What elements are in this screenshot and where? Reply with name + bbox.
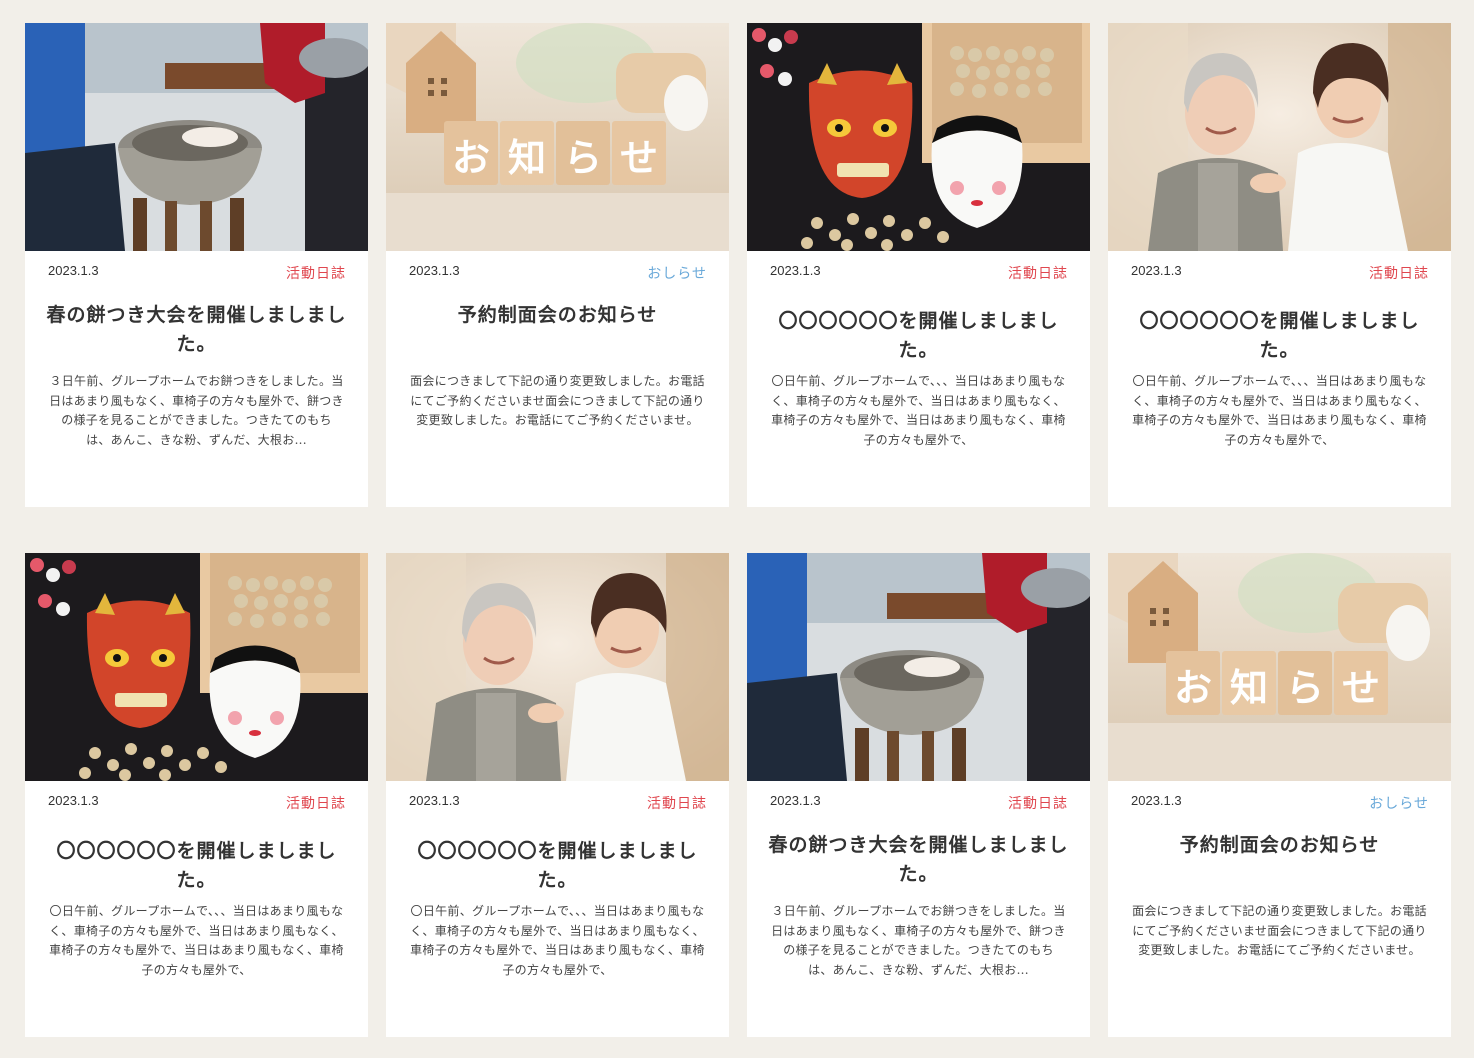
post-excerpt: ３日午前、グループホームでお餅つきをしました。当日はあまり風もなく、車椅子の方々…: [49, 374, 344, 447]
category-label[interactable]: 活動日誌: [1008, 263, 1068, 283]
post-excerpt: 〇日午前、グループホームで、、、当日はあまり風もなく、車椅子の方々も屋外で、当日…: [771, 374, 1066, 447]
post-meta: 2023.1.3 おしらせ: [1108, 781, 1451, 821]
oshirase-blocks-photo[interactable]: [1108, 553, 1451, 781]
category-label[interactable]: 活動日誌: [1008, 793, 1068, 813]
post-meta: 2023.1.3 活動日誌: [1108, 251, 1451, 291]
setsubun-oni-mask-photo[interactable]: [747, 23, 1090, 251]
setsubun-oni-mask-photo[interactable]: [25, 553, 368, 781]
post-card[interactable]: 2023.1.3 おしらせ 予約制面会のお知らせ 面会につきまして下記の通り変更…: [1108, 553, 1451, 1037]
post-date: 2023.1.3: [770, 793, 821, 808]
post-excerpt: 〇日午前、グループホームで、、、当日はあまり風もなく、車椅子の方々も屋外で、当日…: [1132, 374, 1427, 447]
post-date: 2023.1.3: [409, 263, 460, 278]
post-card[interactable]: 2023.1.3 活動日誌 春の餅つき大会を開催しましました。 ３日午前、グルー…: [25, 23, 368, 507]
category-label[interactable]: 活動日誌: [286, 263, 346, 283]
category-label[interactable]: 活動日誌: [647, 793, 707, 813]
post-meta: 2023.1.3 活動日誌: [25, 781, 368, 821]
mochi-pounding-photo[interactable]: [25, 23, 368, 251]
post-meta: 2023.1.3 おしらせ: [386, 251, 729, 291]
post-title[interactable]: 〇〇〇〇〇〇を開催しましました。: [1128, 307, 1431, 365]
post-meta: 2023.1.3 活動日誌: [386, 781, 729, 821]
caregiver-elderly-photo[interactable]: [386, 553, 729, 781]
post-date: 2023.1.3: [770, 263, 821, 278]
post-excerpt: 面会につきまして下記の通り変更致しました。お電話にてご予約くださいませ面会につき…: [410, 374, 705, 427]
post-title[interactable]: 〇〇〇〇〇〇を開催しましました。: [45, 837, 348, 895]
post-card[interactable]: 2023.1.3 活動日誌 春の餅つき大会を開催しましました。 ３日午前、グルー…: [747, 553, 1090, 1037]
post-card[interactable]: 2023.1.3 おしらせ 予約制面会のお知らせ 面会につきまして下記の通り変更…: [386, 23, 729, 507]
oshirase-blocks-photo[interactable]: [386, 23, 729, 251]
post-date: 2023.1.3: [48, 793, 99, 808]
caregiver-elderly-photo[interactable]: [1108, 23, 1451, 251]
post-card[interactable]: 2023.1.3 活動日誌 〇〇〇〇〇〇を開催しましました。 〇日午前、グループ…: [386, 553, 729, 1037]
category-label[interactable]: おしらせ: [647, 263, 707, 283]
post-title[interactable]: 予約制面会のお知らせ: [1128, 831, 1431, 860]
post-date: 2023.1.3: [1131, 793, 1182, 808]
post-meta: 2023.1.3 活動日誌: [747, 781, 1090, 821]
mochi-pounding-photo[interactable]: [747, 553, 1090, 781]
post-title[interactable]: 〇〇〇〇〇〇を開催しましました。: [406, 837, 709, 895]
page: { "colors": {"background": "#f2efe9", "a…: [0, 0, 1474, 1058]
post-card[interactable]: 2023.1.3 活動日誌 〇〇〇〇〇〇を開催しましました。 〇日午前、グループ…: [25, 553, 368, 1037]
post-meta: 2023.1.3 活動日誌: [747, 251, 1090, 291]
post-date: 2023.1.3: [48, 263, 99, 278]
post-card[interactable]: 2023.1.3 活動日誌 〇〇〇〇〇〇を開催しましました。 〇日午前、グループ…: [747, 23, 1090, 507]
category-label[interactable]: 活動日誌: [1369, 263, 1429, 283]
post-title[interactable]: 〇〇〇〇〇〇を開催しましました。: [767, 307, 1070, 365]
post-title[interactable]: 春の餅つき大会を開催しましました。: [45, 301, 348, 359]
post-excerpt: ３日午前、グループホームでお餅つきをしました。当日はあまり風もなく、車椅子の方々…: [771, 904, 1066, 977]
post-title[interactable]: 春の餅つき大会を開催しましました。: [767, 831, 1070, 889]
category-label[interactable]: 活動日誌: [286, 793, 346, 813]
post-date: 2023.1.3: [1131, 263, 1182, 278]
category-label[interactable]: おしらせ: [1369, 793, 1429, 813]
post-excerpt: 〇日午前、グループホームで、、、当日はあまり風もなく、車椅子の方々も屋外で、当日…: [410, 904, 705, 977]
post-title[interactable]: 予約制面会のお知らせ: [406, 301, 709, 330]
post-excerpt: 〇日午前、グループホームで、、、当日はあまり風もなく、車椅子の方々も屋外で、当日…: [49, 904, 344, 977]
post-date: 2023.1.3: [409, 793, 460, 808]
post-excerpt: 面会につきまして下記の通り変更致しました。お電話にてご予約くださいませ面会につき…: [1132, 904, 1427, 957]
post-meta: 2023.1.3 活動日誌: [25, 251, 368, 291]
post-card[interactable]: 2023.1.3 活動日誌 〇〇〇〇〇〇を開催しましました。 〇日午前、グループ…: [1108, 23, 1451, 507]
